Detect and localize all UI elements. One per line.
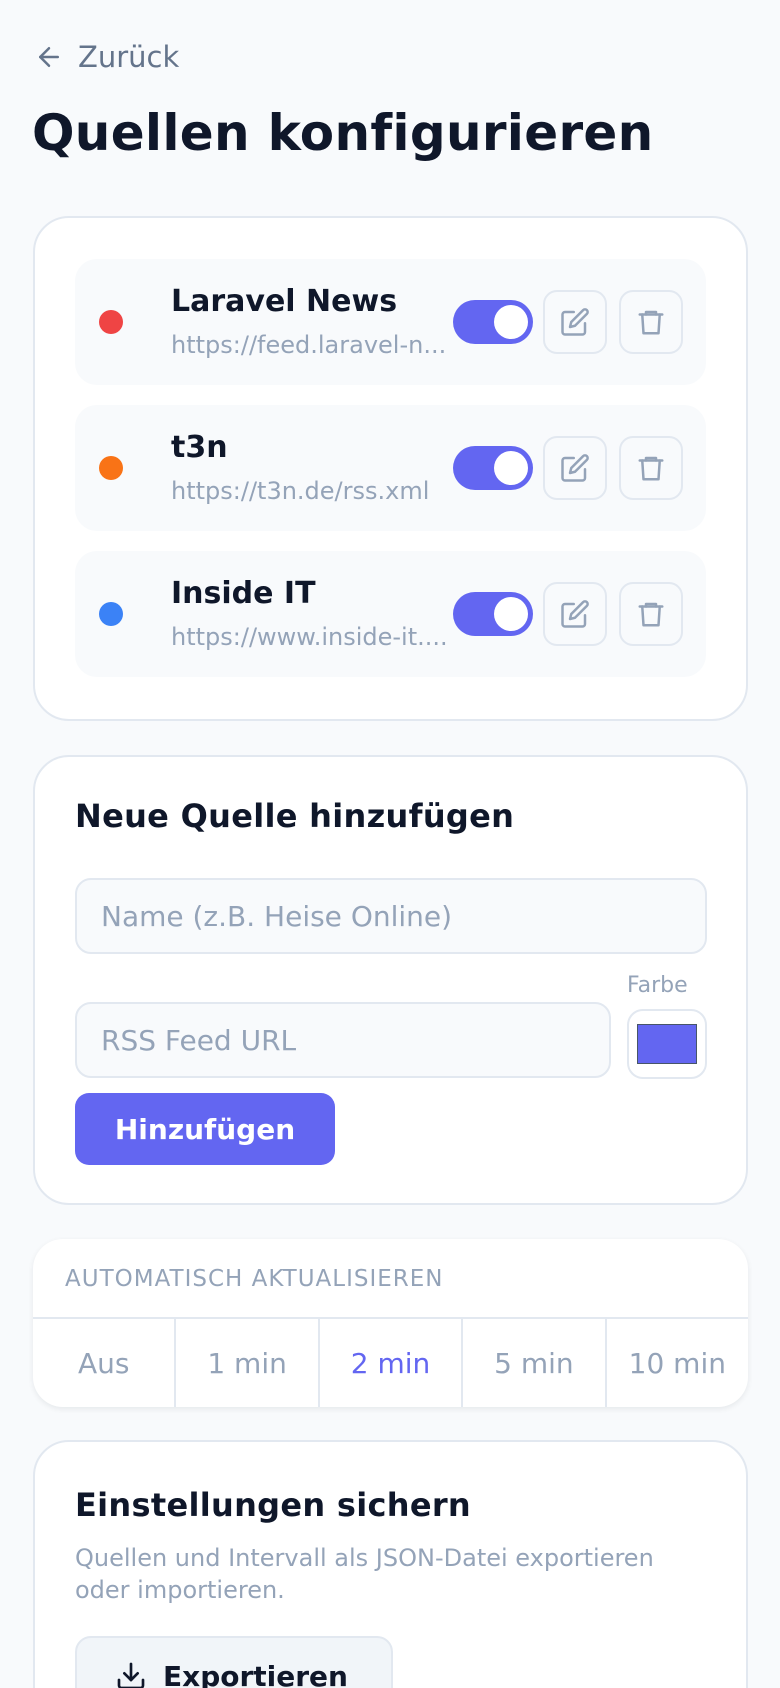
source-color-dot [99,310,123,334]
export-button[interactable]: Exportieren [75,1636,393,1688]
source-enabled-toggle[interactable] [453,300,533,344]
source-text: Laravel News https://feed.laravel-n... [171,282,451,362]
source-row: Inside IT https://www.inside-it.... [75,551,706,677]
feed-url-placeholder: RSS Feed URL [101,1023,297,1057]
delete-button[interactable] [619,290,683,354]
arrow-left-icon [39,47,59,67]
edit-button[interactable] [543,582,607,646]
backup-title: Einstellungen sichern [75,1486,472,1524]
source-name: t3n [171,430,228,465]
add-source-title: Neue Quelle hinzufügen [75,797,515,835]
interval-label: AUTOMATISCH AKTUALISIEREN [65,1266,444,1292]
toggle-knob [494,305,528,339]
back-label: Zurück [78,40,180,74]
trash-icon [636,599,666,629]
source-row: t3n https://t3n.de/rss.xml [75,405,706,531]
download-icon [117,1662,145,1688]
toggle-knob [494,451,528,485]
add-source-card: Neue Quelle hinzufügen Name (z.B. Heise … [33,755,748,1205]
source-list: Laravel News https://feed.laravel-n... t3n… [75,259,706,677]
color-swatch [637,1024,697,1064]
source-url: https://www.inside-it.... [171,623,448,651]
add-source-button[interactable]: Hinzufügen [75,1093,335,1165]
feed-url-input[interactable]: RSS Feed URL [75,1002,611,1078]
edit-icon [560,599,590,629]
export-label: Exportieren [163,1659,348,1688]
source-text: t3n https://t3n.de/rss.xml [171,428,451,508]
back-button[interactable]: Zurück [34,40,179,74]
toggle-knob [494,597,528,631]
interval-option[interactable]: 5 min [463,1319,607,1407]
edit-icon [560,453,590,483]
delete-button[interactable] [619,582,683,646]
color-label: Farbe [627,973,688,998]
interval-option[interactable]: 2 min [320,1319,464,1407]
source-enabled-toggle[interactable] [453,592,533,636]
backup-card: Einstellungen sichern Quellen und Interv… [33,1440,748,1688]
sources-card: Laravel News https://feed.laravel-n... t3n… [33,216,748,721]
source-url: https://t3n.de/rss.xml [171,477,430,505]
edit-icon [560,307,590,337]
source-row: Laravel News https://feed.laravel-n... [75,259,706,385]
interval-card: AUTOMATISCH AKTUALISIEREN Aus 1 min 2 min 5… [33,1239,748,1407]
source-name: Inside IT [171,576,316,611]
source-text: Inside IT https://www.inside-it.... [171,574,451,654]
interval-option[interactable]: 1 min [176,1319,320,1407]
interval-option[interactable]: Aus [33,1319,177,1407]
trash-icon [636,453,666,483]
delete-button[interactable] [619,436,683,500]
source-url: https://feed.laravel-n... [171,331,447,359]
source-name-input[interactable]: Name (z.B. Heise Online) [75,878,707,954]
page-title: Quellen konfigurieren [32,104,654,162]
source-name: Laravel News [171,284,398,319]
source-enabled-toggle[interactable] [453,446,533,490]
interval-option[interactable]: 10 min [607,1319,748,1407]
source-color-dot [99,602,123,626]
edit-button[interactable] [543,290,607,354]
interval-options: Aus 1 min 2 min 5 min 10 min [33,1317,748,1407]
backup-description: Quellen und Intervall als JSON-Datei exp… [75,1544,654,1604]
color-picker[interactable] [627,1009,707,1079]
source-name-placeholder: Name (z.B. Heise Online) [101,899,453,933]
edit-button[interactable] [543,436,607,500]
trash-icon [636,307,666,337]
source-color-dot [99,456,123,480]
